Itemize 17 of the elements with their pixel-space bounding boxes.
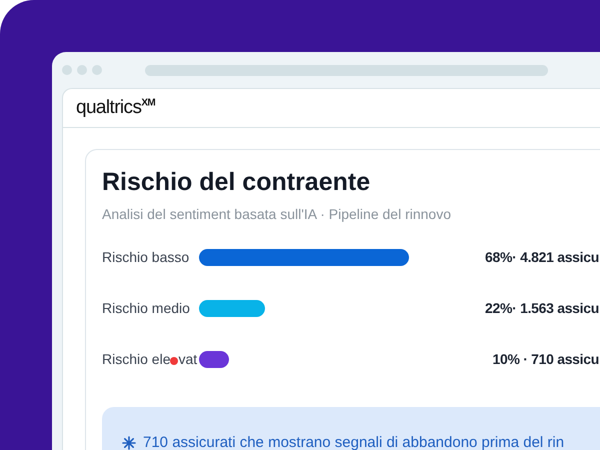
logo: qualtrics$^{XM}$ xyxy=(76,97,156,119)
risk-label: Rischio basso xyxy=(102,249,190,265)
risk-value: 68%· 4.821 assicu xyxy=(485,249,600,265)
alert-text: 710 assicurati che mostrano segnali di abbandono prima del rin xyxy=(143,434,564,450)
risk-value: 10% · 710 assicu xyxy=(492,351,600,367)
risk-label: vat xyxy=(178,351,198,367)
window-dot[interactable] xyxy=(62,65,72,75)
card-subtitle: Analisi del sentiment basata sull'IA · Pipeline del rinnovo xyxy=(102,206,452,222)
window-dot[interactable] xyxy=(77,65,87,75)
card-title: Rischio del contraente xyxy=(102,168,372,197)
window-dot[interactable] xyxy=(92,65,102,75)
sparkle-icon xyxy=(122,436,136,450)
risk-label: Rischio medio xyxy=(102,300,190,316)
risk-value: 22%· 1.563 assicu xyxy=(485,300,600,316)
cursor-dot xyxy=(170,357,178,365)
address-bar[interactable] xyxy=(145,64,548,76)
risk-label: Rischio ele xyxy=(102,351,170,367)
